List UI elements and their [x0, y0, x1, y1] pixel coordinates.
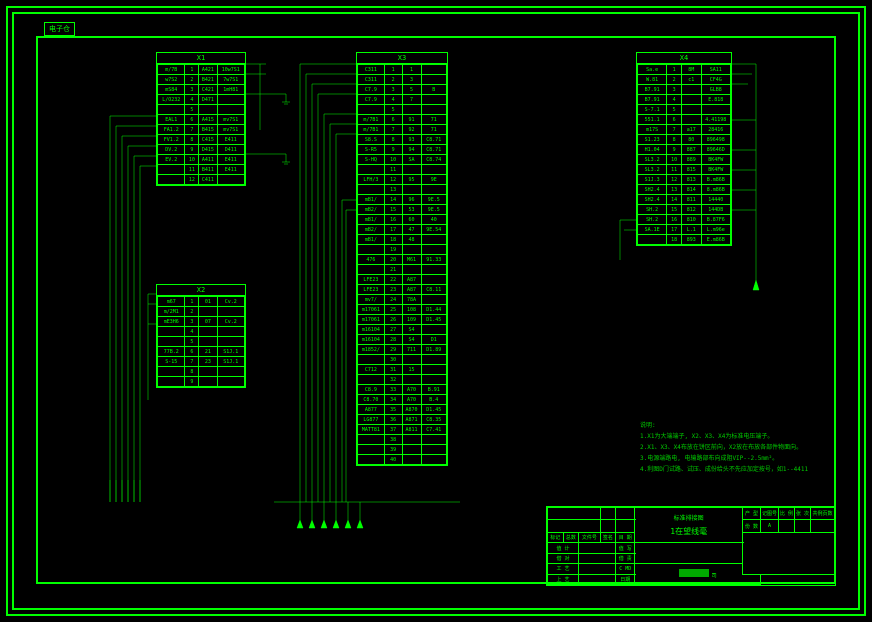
terminal-row: SH.216810B.87F6: [638, 215, 731, 225]
terminal-row: L/O2324D471: [158, 95, 245, 105]
terminal-X4: X4Sa.e18MSA11W.812c1CF4GB7.913GLB8B7.914…: [636, 52, 732, 246]
terminal-X3: X3C31111C31123C7.935BC7.9475m/7B169171m/…: [356, 52, 448, 466]
terminal-row: S1.23880896498: [638, 135, 731, 145]
terminal-row: 4: [158, 327, 245, 337]
terminal-row: SA.1E17L.1L.m96e: [638, 225, 731, 235]
terminal-row: 38: [358, 435, 447, 445]
notes-title: 说明:: [640, 420, 820, 431]
terminal-row: FV1.28C415E411: [158, 135, 245, 145]
terminal-header: X1: [157, 53, 245, 64]
terminal-header: X2: [157, 285, 245, 296]
terminal-row: SH2.4138148.m86B: [638, 185, 731, 195]
notes: 说明: 1.X1为大端端子, X2、X3、X4为标准电压端子。 2.X1、X3、…: [640, 420, 820, 475]
notes-line: 2.X1、X3、X4布放在饼区前向，X2放在布放各部件物面向。: [640, 442, 820, 453]
terminal-row: S-R5994C8.71: [358, 145, 447, 155]
terminal-X1: X1m/7B1A42110w7S1w7S22B4217w7S1mS843C421…: [156, 52, 246, 186]
terminal-row: 21: [358, 265, 447, 275]
terminal-row: LFH/312959E: [358, 175, 447, 185]
terminal-row: 5: [358, 105, 447, 115]
terminal-row: S1J.312813B.m86B: [638, 175, 731, 185]
drawing-title: 标准排接图: [636, 513, 741, 522]
title-block: 标准排接图 1在望线毫 产 型 记图号 比 例 张 次 共例页数 份 数 A 标…: [546, 506, 836, 586]
terminal-row: S-15723S1J.1: [158, 357, 245, 367]
terminal-header: X4: [637, 53, 731, 64]
terminal-row: W.812c1CF4G: [638, 75, 731, 85]
terminal-row: LFE2323A87C8.11: [358, 285, 447, 295]
terminal-row: m1706126109D1.45: [358, 315, 447, 325]
terminal-row: mB1/1848: [358, 235, 447, 245]
terminal-row: 30: [358, 355, 447, 365]
terminal-row: SH.215812144DB: [638, 205, 731, 215]
terminal-X2: X2m67101Cv.2m/2M12mE3H6307Cv.24577B.2621…: [156, 284, 246, 388]
terminal-row: mv7/2478A: [358, 295, 447, 305]
terminal-row: 39: [358, 445, 447, 455]
terminal-row: 77B.2621S1J.1: [158, 347, 245, 357]
project-name: 1在望线毫: [636, 526, 741, 537]
terminal-row: 551.164.41198: [638, 115, 731, 125]
terminal-row: 11B411E411: [158, 165, 245, 175]
terminal-row: Sa.e18MSA11: [638, 65, 731, 75]
terminal-row: LG87736A871C8.35: [358, 415, 447, 425]
terminal-row: C31111: [358, 65, 447, 75]
terminal-row: MATT8137A811C7.41: [358, 425, 447, 435]
terminal-row: DV.29D415D411: [158, 145, 245, 155]
terminal-row: mB2/17479E.54: [358, 225, 447, 235]
terminal-row: 13: [358, 185, 447, 195]
terminal-row: m1706125108D1.44: [358, 305, 447, 315]
terminal-row: SL3.210889BK4FW: [638, 155, 731, 165]
terminal-row: A87735A870D1.45: [358, 405, 447, 415]
terminal-row: C7123115: [358, 365, 447, 375]
terminal-row: 47620M6191.33: [358, 255, 447, 265]
terminal-row: C7.935B: [358, 85, 447, 95]
terminal-row: SL3.211815BK4FW: [638, 165, 731, 175]
terminal-row: LFE2322A87: [358, 275, 447, 285]
terminal-header: X3: [357, 53, 447, 64]
terminal-row: B7.914E.818: [638, 95, 731, 105]
terminal-row: SH2.41481114440: [638, 195, 731, 205]
terminal-row: C31123: [358, 75, 447, 85]
terminal-row: 32: [358, 375, 447, 385]
terminal-row: 8: [158, 367, 245, 377]
terminal-row: 5: [158, 105, 245, 115]
terminal-row: FA1.27B415mv7S1: [158, 125, 245, 135]
terminal-row: 18893E.m86B: [638, 235, 731, 245]
terminal-row: mB1/166040: [358, 215, 447, 225]
terminal-row: S-7.15: [638, 105, 731, 115]
terminal-row: 9: [158, 377, 245, 387]
terminal-row: B7.913GLB8: [638, 85, 731, 95]
terminal-row: 40: [358, 455, 447, 465]
notes-line: 1.X1为大端端子, X2、X3、X4为标准电压端子。: [640, 431, 820, 442]
terminal-row: mE3H6307Cv.2: [158, 317, 245, 327]
terminal-row: w7S22B4217w7S1: [158, 75, 245, 85]
terminal-row: EV.210A411E411: [158, 155, 245, 165]
terminal-row: C8.933A70B.91: [358, 385, 447, 395]
terminal-row: m17S7a1728416: [638, 125, 731, 135]
terminal-row: m/7B1A42110w7S1: [158, 65, 245, 75]
corner-tag: 电子仓: [44, 22, 75, 36]
terminal-row: mB2/15539E.5: [358, 205, 447, 215]
terminal-row: m1852/29711D1.89: [358, 345, 447, 355]
terminal-row: 19: [358, 245, 447, 255]
terminal-row: S-HQ10SAC8.74: [358, 155, 447, 165]
terminal-row: m1610428S4D1: [358, 335, 447, 345]
terminal-row: EAL16A415mv7S1: [158, 115, 245, 125]
terminal-row: m/7B169171: [358, 115, 447, 125]
notes-line: 4.利图D门试路、试压、成份给头不先应加定按号，如1--4411: [640, 464, 820, 475]
terminal-row: m/7B179271: [358, 125, 447, 135]
terminal-row: mS843C4211mH81: [158, 85, 245, 95]
terminal-row: mB1/14969E.5: [358, 195, 447, 205]
terminal-row: 11: [358, 165, 447, 175]
terminal-row: C7.947: [358, 95, 447, 105]
terminal-row: 5: [158, 337, 245, 347]
notes-line: 3.电源端路电, 电输路部布向成阻VIP--2.5mm²。: [640, 453, 820, 464]
terminal-row: m1610427S4: [358, 325, 447, 335]
terminal-row: S8.S893C8.71: [358, 135, 447, 145]
terminal-row: 12C411: [158, 175, 245, 185]
terminal-row: m/2M12: [158, 307, 245, 317]
terminal-row: H1.04988789646D: [638, 145, 731, 155]
terminal-row: C8.7034A70B.4: [358, 395, 447, 405]
terminal-row: m67101Cv.2: [158, 297, 245, 307]
